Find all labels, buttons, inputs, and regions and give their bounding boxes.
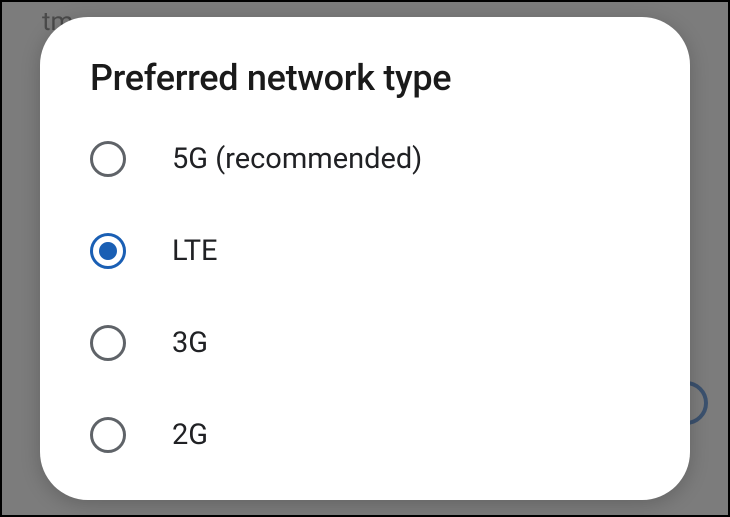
radio-icon	[90, 141, 126, 177]
radio-icon	[90, 233, 126, 269]
radio-label: 3G	[172, 326, 208, 360]
radio-option-lte[interactable]: LTE	[90, 229, 640, 273]
radio-label: 2G	[172, 418, 208, 452]
radio-inner-dot	[99, 242, 117, 260]
radio-label: 5G (recommended)	[172, 142, 422, 176]
radio-icon	[90, 325, 126, 361]
radio-label: LTE	[172, 234, 218, 268]
radio-option-3g[interactable]: 3G	[90, 321, 640, 365]
radio-list: 5G (recommended) LTE 3G 2G	[90, 137, 640, 457]
radio-option-5g[interactable]: 5G (recommended)	[90, 137, 640, 181]
radio-option-2g[interactable]: 2G	[90, 413, 640, 457]
dialog-title: Preferred network type	[90, 57, 640, 99]
preferred-network-dialog: Preferred network type 5G (recommended) …	[40, 17, 690, 500]
radio-icon	[90, 417, 126, 453]
